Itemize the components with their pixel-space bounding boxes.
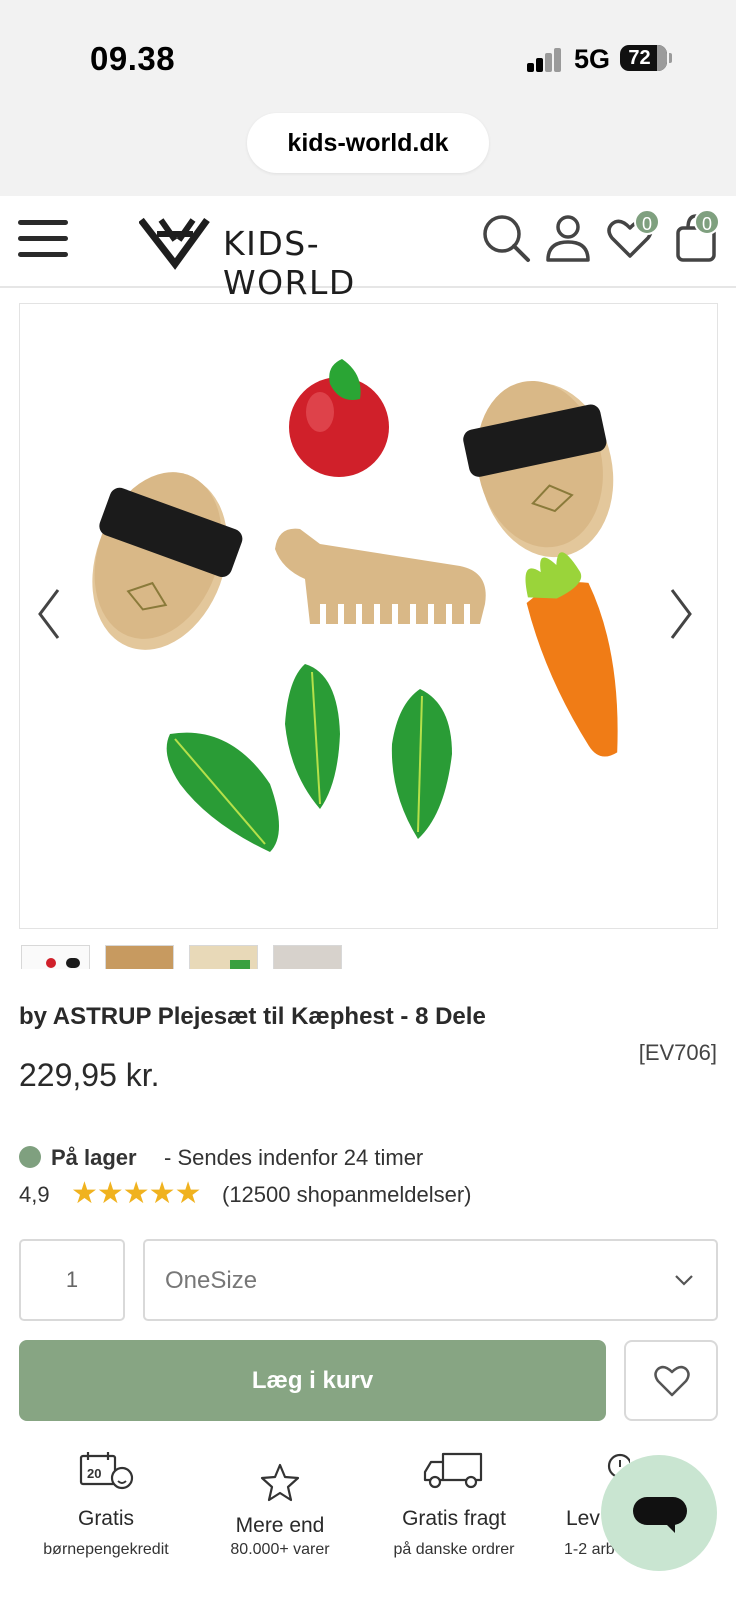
search-icon[interactable] [480,212,532,264]
product-image [92,359,618,852]
size-value: OneSize [165,1267,258,1294]
product-sku: [EV706] [638,1040,717,1065]
menu-icon[interactable] [18,218,68,260]
truck-icon [423,1452,483,1489]
usp-title: Mere end [235,1514,325,1537]
thumbnail-strip [19,945,349,969]
chevron-down-icon [675,1275,693,1286]
logo-mark-icon [139,217,210,270]
site-logo[interactable]: KIDS-WORLD [139,214,439,302]
chat-bubble-icon [633,1497,687,1533]
quantity-input[interactable]: 1 [19,1239,125,1321]
chat-button[interactable] [601,1455,717,1571]
product-title: by ASTRUP Plejesæt til Kæphest - 8 Dele [19,1003,486,1030]
battery-level: 72 [628,47,651,69]
brand-name: KIDS-WORLD [223,224,356,302]
usp-item-credit: 20 Gratis børnepengekredit [16,1450,196,1570]
previous-image-arrow-icon[interactable] [30,584,70,644]
in-stock-dot-icon [19,1146,41,1168]
product-image-gallery[interactable] [19,303,718,929]
browser-chrome: 09.38 5G 72 kids-world.dk [0,0,736,196]
address-bar[interactable]: kids-world.dk [247,113,489,173]
usp-subtitle: på danske ordrer [393,1541,515,1558]
usp-item-shipping: Gratis fragt på danske ordrer [364,1450,544,1570]
battery-icon: 72 [620,45,667,71]
heart-icon [654,1365,690,1397]
wishlist-count-badge: 0 [634,209,660,235]
thumbnail-3[interactable] [189,945,258,969]
next-image-arrow-icon[interactable] [660,584,700,644]
svg-text:20: 20 [87,1466,101,1481]
thumbnail-4[interactable] [273,945,342,969]
product-price: 229,95 kr. [19,1057,160,1093]
calendar-baby-icon: 20 [79,1452,134,1490]
add-to-cart-button[interactable]: Læg i kurv [19,1340,606,1421]
rating-value: 4,9 [19,1182,50,1207]
shipping-note: - Sendes indenfor 24 timer [164,1145,424,1170]
thumbnail-1[interactable] [21,945,90,969]
usp-item-products: Mere end 80.000+ varer [190,1450,370,1570]
usp-subtitle: børnepengekredit [43,1541,169,1558]
size-select[interactable]: OneSize [143,1239,718,1321]
network-type: 5G [574,44,611,74]
star-icon [260,1463,300,1502]
account-icon[interactable] [542,212,594,264]
cart-button[interactable]: 0 [672,209,724,264]
rating-stars-icon: ★★★★★ [71,1177,201,1210]
shop-rating[interactable]: 4,9 ★★★★★ (12500 shopanmeldelser) [19,1177,619,1212]
battery-tip [669,53,672,63]
cart-count-badge: 0 [694,209,720,235]
usp-subtitle: 80.000+ varer [230,1541,330,1558]
review-count: (12500 shopanmeldelser) [222,1182,472,1207]
status-time: 09.38 [90,40,176,77]
thumbnail-2[interactable] [105,945,174,969]
add-to-wishlist-button[interactable] [624,1340,718,1421]
stock-label: På lager [51,1145,137,1170]
usp-title: Gratis [77,1507,134,1530]
usp-title: Gratis fragt [402,1507,506,1530]
site-header: KIDS-WORLD 0 0 [0,196,736,302]
signal-strength-icon [527,48,563,72]
wishlist-button[interactable]: 0 [604,209,660,264]
